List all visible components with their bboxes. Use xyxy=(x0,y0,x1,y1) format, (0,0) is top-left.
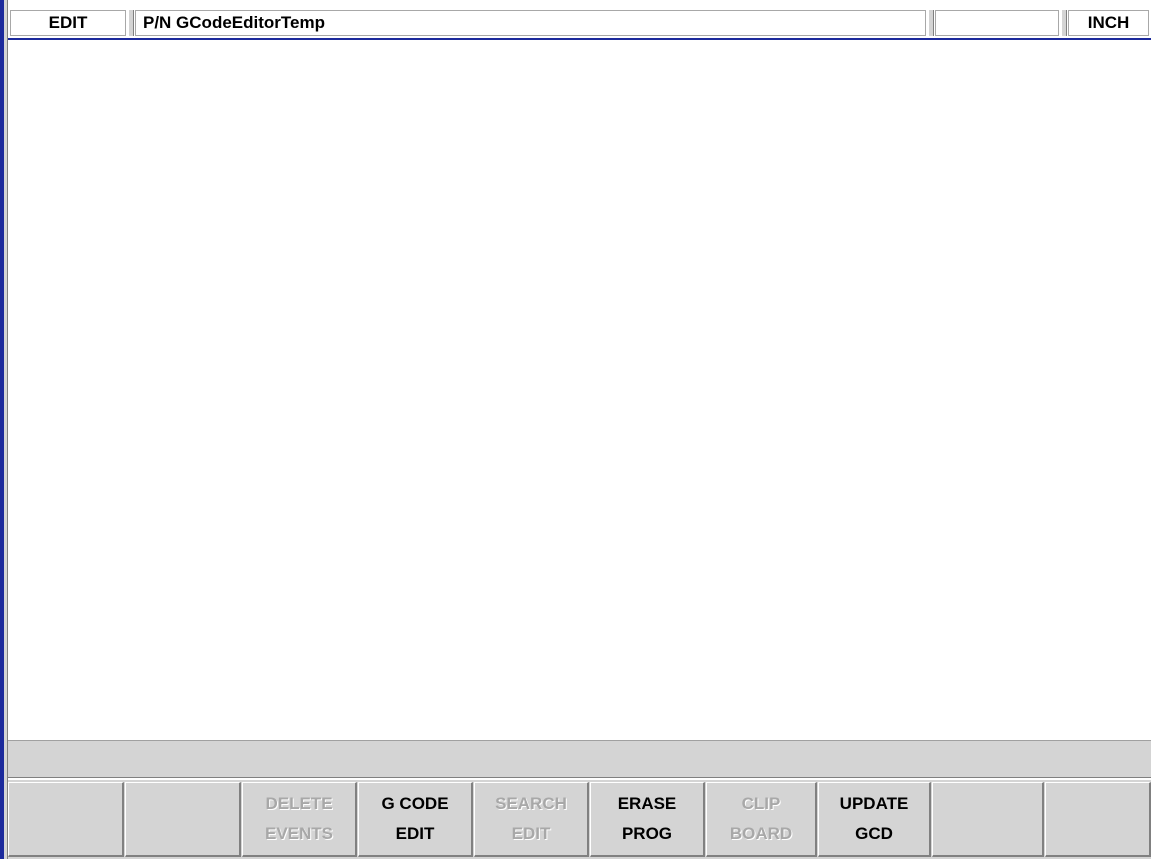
part-number-display: P/N GCodeEditorTemp xyxy=(135,10,926,36)
units-indicator: INCH xyxy=(1068,10,1149,36)
softkey-label-line1: ERASE xyxy=(617,794,677,813)
softkey-label-line1: SEARCH xyxy=(495,794,567,813)
delete-events-button[interactable]: DELETE EVENTS xyxy=(242,782,357,857)
softkey-label-line2: EVENTS xyxy=(264,824,334,843)
cnc-edit-screen: EDIT P/N GCodeEditorTemp INCH DELETE EVE… xyxy=(0,0,1151,859)
softkey-label-line2: GCD xyxy=(855,824,893,843)
softkey-label-line2: EDIT xyxy=(395,824,435,843)
header-divider xyxy=(928,10,934,36)
softkey-label-line2: BOARD xyxy=(729,824,793,843)
header-blank-field xyxy=(935,10,1059,36)
header-bar: EDIT P/N GCodeEditorTemp INCH xyxy=(8,0,1151,40)
editor-workspace[interactable] xyxy=(8,40,1151,740)
message-bar xyxy=(8,740,1151,778)
header-divider xyxy=(1061,10,1067,36)
softkey-row: DELETE EVENTS G CODE EDIT SEARCH EDIT ER… xyxy=(8,780,1151,859)
g-code-edit-button[interactable]: G CODE EDIT xyxy=(358,782,473,857)
header-divider xyxy=(128,10,134,36)
search-edit-button[interactable]: SEARCH EDIT xyxy=(474,782,589,857)
softkey-label-line1: UPDATE xyxy=(839,794,909,813)
softkey-label-line2: EDIT xyxy=(511,824,551,843)
softkey-label-line1: CLIP xyxy=(741,794,781,813)
softkey-1[interactable] xyxy=(8,782,124,857)
erase-prog-button[interactable]: ERASE PROG xyxy=(590,782,705,857)
mode-indicator: EDIT xyxy=(10,10,126,36)
update-gcd-button[interactable]: UPDATE GCD xyxy=(818,782,931,857)
softkey-label-line1: DELETE xyxy=(265,794,333,813)
softkey-label-line1: G CODE xyxy=(381,794,449,813)
softkey-2[interactable] xyxy=(125,782,241,857)
clip-board-button[interactable]: CLIP BOARD xyxy=(706,782,817,857)
softkey-label-line2: PROG xyxy=(621,824,673,843)
softkey-9[interactable] xyxy=(932,782,1044,857)
softkey-10[interactable] xyxy=(1045,782,1151,857)
